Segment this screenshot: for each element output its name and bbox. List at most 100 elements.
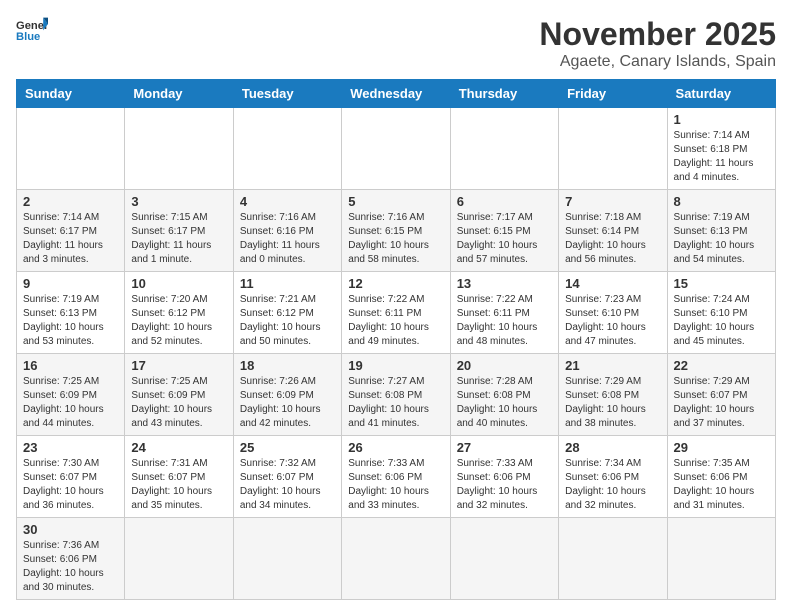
calendar-cell: 14Sunrise: 7:23 AM Sunset: 6:10 PM Dayli… [559,272,667,354]
calendar-cell [17,108,125,190]
day-info: Sunrise: 7:34 AM Sunset: 6:06 PM Dayligh… [565,457,660,513]
location-subtitle: Agaete, Canary Islands, Spain [539,53,776,71]
day-number: 24 [131,440,226,455]
calendar-cell: 19Sunrise: 7:27 AM Sunset: 6:08 PM Dayli… [342,354,450,436]
day-number: 11 [240,276,335,291]
calendar-cell: 1 Sunrise: 7:14 AM Sunset: 6:18 PM Daylig… [667,108,775,190]
day-number: 8 [674,194,769,209]
day-info: Sunrise: 7:28 AM Sunset: 6:08 PM Dayligh… [457,375,552,431]
calendar-cell: 26 Sunrise: 7:33 AM Sunset: 6:06 PM Dayli… [342,436,450,518]
day-number: 26 [348,440,443,455]
calendar-cell: 28 Sunrise: 7:34 AM Sunset: 6:06 PM Dayli… [559,436,667,518]
day-number: 10 [131,276,226,291]
logo: General Blue [16,16,48,44]
calendar-cell: 17 Sunrise: 7:25 AM Sunset: 6:09 PM Dayli… [125,354,233,436]
day-number: 27 [457,440,552,455]
day-number: 14 [565,276,660,291]
calendar-cell: 7 Sunrise: 7:18 AM Sunset: 6:14 PM Daylig… [559,190,667,272]
weekday-header-wednesday: Wednesday [342,80,450,108]
day-info: Sunrise: 7:31 AM Sunset: 6:07 PM Dayligh… [131,457,226,513]
day-number: 19 [348,358,443,373]
calendar-cell [450,518,558,600]
calendar-cell: 9 Sunrise: 7:19 AM Sunset: 6:13 PM Daylig… [17,272,125,354]
weekday-header-monday: Monday [125,80,233,108]
day-info: Sunrise: 7:25 AM Sunset: 6:09 PM Dayligh… [23,375,118,431]
day-info: Sunrise: 7:32 AM Sunset: 6:07 PM Dayligh… [240,457,335,513]
weekday-header-friday: Friday [559,80,667,108]
day-number: 25 [240,440,335,455]
day-number: 6 [457,194,552,209]
calendar-cell: 2 Sunrise: 7:14 AM Sunset: 6:17 PM Daylig… [17,190,125,272]
calendar-cell [559,108,667,190]
day-number: 9 [23,276,118,291]
calendar-cell [450,108,558,190]
day-info: Sunrise: 7:19 AM Sunset: 6:13 PM Dayligh… [23,293,118,349]
day-info: Sunrise: 7:19 AM Sunset: 6:13 PM Dayligh… [674,211,769,267]
month-title: November 2025 [539,16,776,53]
calendar-cell [342,108,450,190]
calendar-cell: 23Sunrise: 7:30 AM Sunset: 6:07 PM Dayli… [17,436,125,518]
calendar-cell [233,108,341,190]
day-number: 21 [565,358,660,373]
day-info: Sunrise: 7:26 AM Sunset: 6:09 PM Dayligh… [240,375,335,431]
day-number: 17 [131,358,226,373]
calendar-week-row: 9 Sunrise: 7:19 AM Sunset: 6:13 PM Daylig… [17,272,776,354]
calendar-cell: 15Sunrise: 7:24 AM Sunset: 6:10 PM Dayli… [667,272,775,354]
calendar-cell: 30 Sunrise: 7:36 AM Sunset: 6:06 PM Dayli… [17,518,125,600]
calendar-cell: 6 Sunrise: 7:17 AM Sunset: 6:15 PM Daylig… [450,190,558,272]
calendar-cell: 24 Sunrise: 7:31 AM Sunset: 6:07 PM Dayli… [125,436,233,518]
calendar-cell [125,518,233,600]
day-info: Sunrise: 7:29 AM Sunset: 6:07 PM Dayligh… [674,375,769,431]
day-number: 30 [23,522,118,537]
calendar-cell [559,518,667,600]
day-info: Sunrise: 7:22 AM Sunset: 6:11 PM Dayligh… [348,293,443,349]
calendar-cell: 3 Sunrise: 7:15 AM Sunset: 6:17 PM Daylig… [125,190,233,272]
day-number: 7 [565,194,660,209]
day-number: 1 [674,112,769,127]
day-number: 2 [23,194,118,209]
calendar-cell: 13Sunrise: 7:22 AM Sunset: 6:11 PM Dayli… [450,272,558,354]
day-info: Sunrise: 7:14 AM Sunset: 6:18 PM Dayligh… [674,129,769,185]
calendar-cell [125,108,233,190]
day-info: Sunrise: 7:20 AM Sunset: 6:12 PM Dayligh… [131,293,226,349]
day-info: Sunrise: 7:16 AM Sunset: 6:15 PM Dayligh… [348,211,443,267]
day-info: Sunrise: 7:18 AM Sunset: 6:14 PM Dayligh… [565,211,660,267]
day-info: Sunrise: 7:17 AM Sunset: 6:15 PM Dayligh… [457,211,552,267]
day-number: 15 [674,276,769,291]
calendar-week-row: 16 Sunrise: 7:25 AM Sunset: 6:09 PM Dayli… [17,354,776,436]
day-number: 16 [23,358,118,373]
page-header: General Blue November 2025 Agaete, Canar… [16,16,776,71]
day-info: Sunrise: 7:15 AM Sunset: 6:17 PM Dayligh… [131,211,226,267]
calendar-cell: 22 Sunrise: 7:29 AM Sunset: 6:07 PM Dayli… [667,354,775,436]
calendar-week-row: 30 Sunrise: 7:36 AM Sunset: 6:06 PM Dayli… [17,518,776,600]
calendar-cell: 4Sunrise: 7:16 AM Sunset: 6:16 PM Daylig… [233,190,341,272]
calendar-cell: 21Sunrise: 7:29 AM Sunset: 6:08 PM Dayli… [559,354,667,436]
day-number: 28 [565,440,660,455]
calendar-cell: 10 Sunrise: 7:20 AM Sunset: 6:12 PM Dayli… [125,272,233,354]
day-info: Sunrise: 7:35 AM Sunset: 6:06 PM Dayligh… [674,457,769,513]
weekday-header-row: SundayMondayTuesdayWednesdayThursdayFrid… [17,80,776,108]
day-info: Sunrise: 7:30 AM Sunset: 6:07 PM Dayligh… [23,457,118,513]
day-number: 3 [131,194,226,209]
calendar-cell: 11 Sunrise: 7:21 AM Sunset: 6:12 PM Dayli… [233,272,341,354]
day-number: 12 [348,276,443,291]
day-info: Sunrise: 7:33 AM Sunset: 6:06 PM Dayligh… [348,457,443,513]
calendar-week-row: 1 Sunrise: 7:14 AM Sunset: 6:18 PM Daylig… [17,108,776,190]
day-info: Sunrise: 7:33 AM Sunset: 6:06 PM Dayligh… [457,457,552,513]
calendar-cell: 5Sunrise: 7:16 AM Sunset: 6:15 PM Daylig… [342,190,450,272]
day-number: 4 [240,194,335,209]
calendar-cell [233,518,341,600]
day-info: Sunrise: 7:36 AM Sunset: 6:06 PM Dayligh… [23,539,118,595]
calendar-cell: 12 Sunrise: 7:22 AM Sunset: 6:11 PM Dayli… [342,272,450,354]
day-number: 20 [457,358,552,373]
weekday-header-sunday: Sunday [17,80,125,108]
day-info: Sunrise: 7:14 AM Sunset: 6:17 PM Dayligh… [23,211,118,267]
calendar-cell [667,518,775,600]
day-info: Sunrise: 7:21 AM Sunset: 6:12 PM Dayligh… [240,293,335,349]
day-info: Sunrise: 7:25 AM Sunset: 6:09 PM Dayligh… [131,375,226,431]
day-number: 18 [240,358,335,373]
calendar-cell: 25 Sunrise: 7:32 AM Sunset: 6:07 PM Dayli… [233,436,341,518]
weekday-header-thursday: Thursday [450,80,558,108]
logo-icon: General Blue [16,16,48,44]
day-number: 22 [674,358,769,373]
